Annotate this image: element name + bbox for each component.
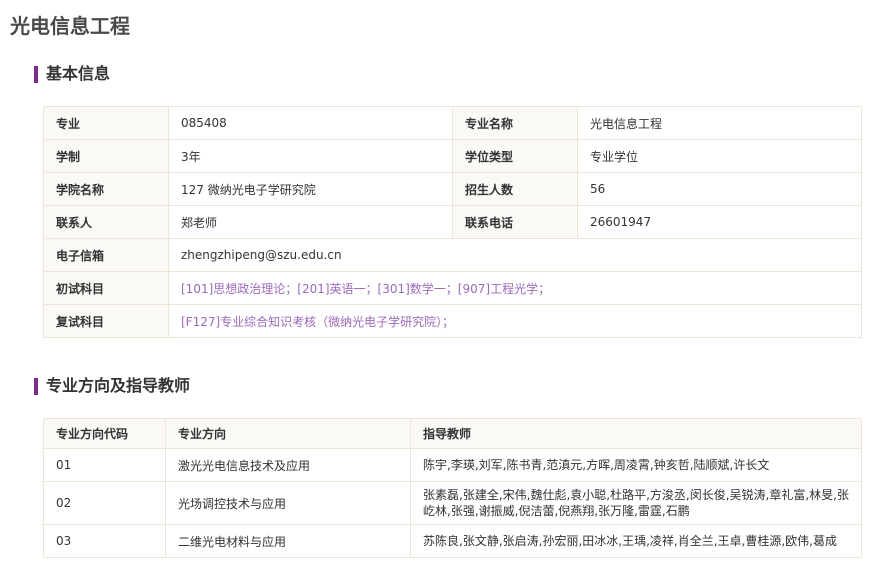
enrollment-label: 招生人数: [452, 172, 578, 206]
section-heading-directions: 专业方向及指导教师: [34, 376, 190, 396]
info-row-duration: 学制 3年 学位类型 专业学位: [43, 139, 862, 173]
duration-label: 学制: [43, 139, 169, 173]
initial-exam-label: 初试科目: [43, 271, 169, 305]
section-heading-text: 专业方向及指导教师: [46, 376, 191, 395]
phone-value: 26601947: [577, 205, 862, 239]
contact-value: 郑老师: [168, 205, 453, 239]
direction-name: 光场调控技术与应用: [165, 481, 411, 525]
major-name-label: 专业名称: [452, 106, 578, 140]
info-row-college: 学院名称 127 微纳光电子学研究院 招生人数 56: [43, 172, 862, 206]
direction-code: 01: [43, 448, 166, 482]
major-code-value: 085408: [168, 106, 453, 140]
info-row-email: 电子信箱 zhengzhipeng@szu.edu.cn: [43, 238, 862, 272]
section-accent-bar: [34, 377, 38, 395]
email-label: 电子信箱: [43, 238, 169, 272]
retest-cell: [F127]专业综合知识考核（微纳光电子学研究院）；: [168, 304, 862, 338]
info-row-contact: 联系人 郑老师 联系电话 26601947: [43, 205, 862, 239]
basic-info-table: 专业 085408 专业名称 光电信息工程 学制 3年 学位类型 专业学位 学院…: [43, 106, 862, 338]
section-accent-bar: [34, 65, 38, 83]
direction-name: 二维光电材料与应用: [165, 524, 411, 558]
table-row: 01 激光光电信息技术及应用 陈宇,李瑛,刘军,陈书青,范滇元,方晖,周凌霄,钟…: [43, 448, 862, 482]
degree-type-value: 专业学位: [577, 139, 862, 173]
direction-name: 激光光电信息技术及应用: [165, 448, 411, 482]
contact-label: 联系人: [43, 205, 169, 239]
major-name-value: 光电信息工程: [577, 106, 862, 140]
college-value: 127 微纳光电子学研究院: [168, 172, 453, 206]
directions-table: 专业方向代码 专业方向 指导教师 01 激光光电信息技术及应用 陈宇,李瑛,刘军…: [43, 418, 862, 558]
table-row: 02 光场调控技术与应用 张素磊,张建全,宋伟,魏仕彪,袁小聪,杜路平,方浚丞,…: [43, 481, 862, 525]
enrollment-value: 56: [577, 172, 862, 206]
direction-code: 02: [43, 481, 166, 525]
direction-teachers: 苏陈良,张文静,张启涛,孙宏丽,田冰冰,王瑀,凌祥,肖全兰,王卓,曹桂源,欧伟,…: [410, 524, 862, 558]
email-value: zhengzhipeng@szu.edu.cn: [168, 238, 862, 272]
direction-teachers: 张素磊,张建全,宋伟,魏仕彪,袁小聪,杜路平,方浚丞,闵长俊,吴锐涛,章礼富,林…: [410, 481, 862, 525]
section-heading-text: 基本信息: [46, 64, 111, 83]
major-code-label: 专业: [43, 106, 169, 140]
column-header-direction: 专业方向: [165, 418, 411, 449]
column-header-code: 专业方向代码: [43, 418, 166, 449]
retest-label: 复试科目: [43, 304, 169, 338]
section-heading-basic-info: 基本信息: [34, 64, 110, 84]
phone-label: 联系电话: [452, 205, 578, 239]
table-row: 03 二维光电材料与应用 苏陈良,张文静,张启涛,孙宏丽,田冰冰,王瑀,凌祥,肖…: [43, 524, 862, 558]
column-header-teachers: 指导教师: [410, 418, 862, 449]
duration-value: 3年: [168, 139, 453, 173]
initial-exam-cell: [101]思想政治理论；[201]英语一；[301]数学一；[907]工程光学；: [168, 271, 862, 305]
info-row-initial-exam: 初试科目 [101]思想政治理论；[201]英语一；[301]数学一；[907]…: [43, 271, 862, 305]
college-label: 学院名称: [43, 172, 169, 206]
direction-code: 03: [43, 524, 166, 558]
info-row-major: 专业 085408 专业名称 光电信息工程: [43, 106, 862, 140]
degree-type-label: 学位类型: [452, 139, 578, 173]
retest-subjects-link[interactable]: [F127]专业综合知识考核（微纳光电子学研究院）；: [181, 315, 454, 329]
directions-header-row: 专业方向代码 专业方向 指导教师: [43, 418, 862, 449]
initial-exam-subjects-link[interactable]: [101]思想政治理论；[201]英语一；[301]数学一；[907]工程光学；: [181, 282, 550, 296]
info-row-retest: 复试科目 [F127]专业综合知识考核（微纳光电子学研究院）；: [43, 304, 862, 338]
page-title: 光电信息工程: [10, 14, 130, 38]
direction-teachers: 陈宇,李瑛,刘军,陈书青,范滇元,方晖,周凌霄,钟亥哲,陆顺斌,许长文: [410, 448, 862, 482]
